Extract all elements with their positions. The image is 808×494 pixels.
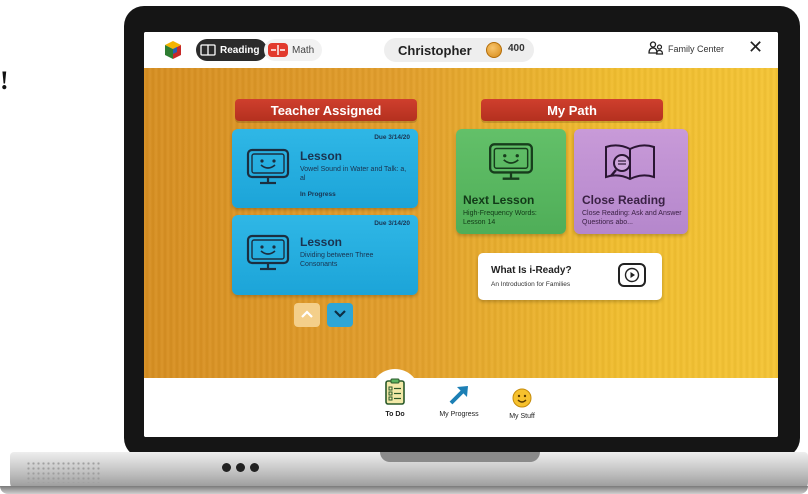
whatis-subtitle: An Introduction for Families — [491, 281, 571, 288]
family-center-label: Family Center — [668, 44, 725, 54]
student-name: Christopher — [398, 42, 472, 58]
card-subtitle: Close Reading: Ask and Answer Questions … — [582, 210, 682, 226]
math-icon — [268, 43, 288, 57]
smiling-monitor-icon — [244, 233, 292, 278]
assigned-lesson-card-1[interactable]: Due 3/14/20 Lesson Vowel Sound in Water … — [232, 129, 418, 208]
checklist-icon — [384, 378, 406, 408]
whatis-title: What Is i-Ready? — [491, 265, 572, 276]
teacher-assigned-header: Teacher Assigned — [235, 99, 417, 121]
smiling-monitor-icon — [244, 147, 292, 192]
card-title: Close Reading — [582, 193, 666, 207]
assigned-lesson-card-2[interactable]: Due 3/14/20 Lesson Dividing between Thre… — [232, 215, 418, 295]
laptop-hinge-notch — [380, 452, 540, 462]
tab-reading[interactable]: Reading — [196, 39, 268, 61]
nav-my-stuff-label: My Stuff — [509, 413, 535, 420]
close-reading-card[interactable]: Close Reading Close Reading: Ask and Ans… — [574, 129, 688, 234]
coin-count: 400 — [508, 43, 525, 54]
my-path-header: My Path — [481, 99, 663, 121]
tab-reading-label: Reading — [220, 44, 260, 56]
card-title: Next Lesson — [463, 193, 535, 207]
indicator-dots — [222, 463, 259, 472]
book-magnifier-icon — [602, 141, 658, 190]
nav-my-progress[interactable]: My Progress — [434, 384, 484, 418]
laptop-base-edge — [0, 486, 808, 494]
smiling-monitor-icon — [486, 141, 536, 188]
teacher-assigned-title: Teacher Assigned — [270, 102, 382, 118]
smiley-face-icon — [512, 388, 532, 410]
what-is-iready-card[interactable]: What Is i-Ready? An Introduction for Fam… — [478, 253, 662, 300]
cube-logo-icon[interactable] — [164, 40, 182, 65]
card-subtitle: High-Frequency Words: Lesson 14 — [463, 210, 537, 226]
my-path-title: My Path — [547, 102, 597, 118]
coin-icon — [486, 42, 502, 58]
card-subtitle: Vowel Sound in Water and Talk: a, al — [300, 166, 407, 182]
family-center-button[interactable]: Family Center — [648, 41, 724, 57]
nav-todo-label: To Do — [385, 411, 405, 418]
book-icon — [200, 44, 216, 56]
speaker-grille — [26, 461, 100, 483]
nav-my-progress-label: My Progress — [439, 411, 479, 418]
card-title: Lesson — [300, 149, 343, 163]
close-icon[interactable]: ✕ — [748, 37, 763, 58]
arrow-up-right-icon — [447, 384, 471, 408]
nav-my-stuff[interactable]: My Stuff — [502, 388, 542, 420]
card-title: Lesson — [300, 235, 343, 249]
cropped-text-fragment: ! — [0, 66, 9, 95]
scroll-down-button[interactable] — [327, 303, 353, 327]
card-subtitle: Dividing between Three Consonants — [300, 252, 374, 268]
chevron-down-icon — [333, 306, 347, 324]
tab-math[interactable]: Math — [264, 39, 323, 61]
family-icon — [648, 41, 664, 57]
due-date: Due 3/14/20 — [374, 220, 410, 227]
chevron-up-icon — [300, 306, 314, 324]
main-content: Teacher Assigned My Path Due 3/14/20 Les… — [144, 68, 778, 378]
scroll-up-button[interactable] — [294, 303, 320, 327]
nav-todo[interactable]: To Do — [374, 378, 416, 418]
tab-math-label: Math — [292, 44, 315, 56]
app-screen: Reading Math Christopher 400 Family Cent… — [144, 32, 778, 437]
due-date: Due 3/14/20 — [374, 134, 410, 141]
play-icon[interactable] — [618, 263, 646, 287]
top-bar: Reading Math Christopher 400 Family Cent… — [144, 32, 778, 68]
next-lesson-card[interactable]: Next Lesson High-Frequency Words: Lesson… — [456, 129, 566, 234]
student-info: Christopher 400 — [384, 38, 534, 62]
card-status: In Progress — [300, 191, 336, 198]
